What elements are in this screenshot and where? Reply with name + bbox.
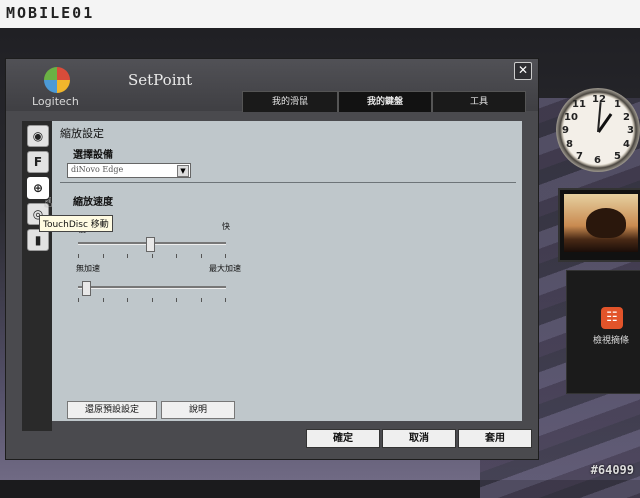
section-title: 縮放設定 [60,127,104,140]
slider-tick [103,254,104,258]
slider-track [78,286,226,289]
clock-number: 4 [623,139,630,150]
slider-thumb[interactable] [146,237,155,252]
divider [60,182,516,183]
slider-tick [176,254,177,258]
tab-my-mouse[interactable]: 我的滑鼠 [242,91,338,112]
slider-ticks [78,254,226,258]
cancel-button[interactable]: 取消 [382,429,456,448]
device-dropdown[interactable]: diNovo Edge ▼ [67,163,191,178]
function-key-icon[interactable]: F [27,151,49,173]
accel-max-label: 最大加速 [209,264,241,273]
tab-label: 工具 [469,97,488,107]
watermark-bar: MOBILE01 [0,0,640,28]
feed-gadget-label: 檢視摘條 [593,336,630,346]
photo-id-watermark: #64099 [590,463,634,477]
clock-number: 6 [594,155,601,166]
help-button[interactable]: 說明 [161,401,235,419]
slideshow-photo [564,194,638,252]
clock-gadget[interactable]: 12 1 2 3 4 5 6 7 8 9 10 11 [556,88,640,172]
slideshow-gadget[interactable] [558,188,640,262]
feed-gadget[interactable]: ☷ 檢視摘條 [566,270,640,394]
restore-defaults-button[interactable]: 還原預設設定 [67,401,157,419]
title-bar[interactable]: Logitech SetPoint ✕ 我的滑鼠 我的鍵盤 工具 [6,59,538,112]
clock-number: 11 [572,99,586,110]
close-button[interactable]: ✕ [514,62,532,80]
slider-tick [152,254,153,258]
slider-tick [225,298,226,302]
slider-tick [152,298,153,302]
clock-number: 9 [562,125,569,136]
feature-sidebar: ◉ F ⊕ ◎ ▮ [22,121,52,431]
hand-cursor-icon: ☝ [44,195,53,211]
slider-tick [127,298,128,302]
device-label: 選擇設備 [73,150,113,161]
acceleration-slider[interactable] [78,281,226,296]
tab-label: 我的鍵盤 [366,97,403,107]
slider-tick [176,298,177,302]
slider-tick [127,254,128,258]
logitech-logo-icon [44,67,70,93]
clock-number: 2 [623,112,630,123]
device-dropdown-value: diNovo Edge [71,165,124,174]
zoom-speed-slider[interactable] [78,237,226,252]
tab-tools[interactable]: 工具 [432,91,526,112]
rss-icon: ☷ [601,307,623,329]
tooltip: TouchDisc 移動 [39,215,113,232]
ok-button[interactable]: 確定 [306,429,380,448]
battery-icon[interactable]: ▮ [27,229,49,251]
apply-button[interactable]: 套用 [458,429,532,448]
brand-name: Logitech [32,95,79,108]
clock-number: 7 [576,151,583,162]
chevron-down-icon[interactable]: ▼ [177,165,189,177]
clock-number: 5 [614,151,621,162]
slider-thumb[interactable] [82,281,91,296]
slider-tick [201,298,202,302]
zoom-speed-title: 縮放速度 [73,197,113,208]
clock-number: 10 [564,112,578,123]
speed-fast-label: 快 [222,222,230,231]
tab-my-keyboard[interactable]: 我的鍵盤 [338,91,432,112]
slider-tick [225,254,226,258]
clock-number: 1 [614,99,621,110]
slider-tick [201,254,202,258]
watermark-logo: MOBILE01 [6,4,95,22]
app-title: SetPoint [128,71,193,89]
slider-tick [103,298,104,302]
tree-silhouette [586,208,626,238]
clock-number: 3 [627,125,634,136]
eye-icon[interactable]: ◉ [27,125,49,147]
zoom-settings-panel: 縮放設定 選擇設備 diNovo Edge ▼ 縮放速度 慢 快 無加速 最大加… [52,121,522,421]
slider-ticks [78,298,226,302]
slider-tick [78,298,79,302]
setpoint-dialog: Logitech SetPoint ✕ 我的滑鼠 我的鍵盤 工具 ◉ F ⊕ ◎… [5,58,539,460]
accel-min-label: 無加速 [76,264,100,273]
clock-number: 8 [566,139,573,150]
slider-tick [78,254,79,258]
tab-label: 我的滑鼠 [271,97,308,107]
